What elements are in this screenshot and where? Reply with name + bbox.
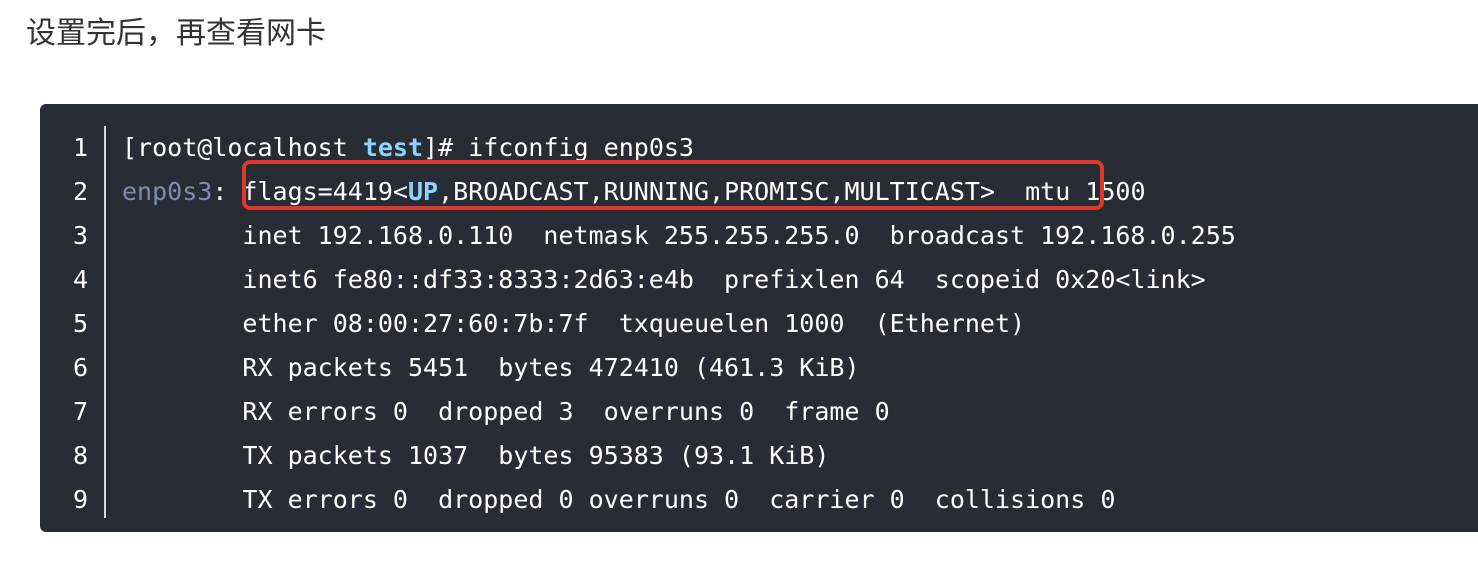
code-line-7: RX errors 0 dropped 3 overruns 0 frame 0 [122, 397, 890, 426]
code-line-4: inet6 fe80::df33:8333:2d63:e4b prefixlen… [122, 265, 1206, 294]
code-line-8: TX packets 1037 bytes 95383 (93.1 KiB) [122, 441, 830, 470]
line-number: 1 [72, 133, 88, 162]
prompt-command: ]# ifconfig enp0s3 [423, 133, 694, 162]
line-number: 5 [72, 309, 88, 338]
line-number: 4 [72, 265, 88, 294]
line-number-gutter: 1 2 3 4 5 6 7 8 9 [40, 126, 106, 518]
line-number: 7 [72, 397, 88, 426]
code-block: 1 2 3 4 5 6 7 8 9 [root@localhost test]#… [40, 104, 1478, 532]
prompt-directory: test [362, 133, 424, 162]
line-number: 2 [72, 177, 88, 206]
code-line-3: inet 192.168.0.110 netmask 255.255.255.0… [122, 221, 1236, 250]
interface-colon: : [212, 177, 243, 206]
line-number: 3 [72, 221, 88, 250]
intro-text: 设置完后，再查看网卡 [26, 16, 326, 51]
prompt-prefix: [root@localhost [122, 133, 363, 162]
line-number: 9 [72, 485, 88, 514]
line-number: 6 [72, 353, 88, 382]
code-line-6: RX packets 5451 bytes 472410 (461.3 KiB) [122, 353, 860, 382]
line-number: 8 [72, 441, 88, 470]
interface-name: enp0s3 [122, 177, 213, 206]
flags-highlight-box [242, 160, 1104, 210]
code-line-5: ether 08:00:27:60:7b:7f txqueuelen 1000 … [122, 309, 1026, 338]
code-line-9: TX errors 0 dropped 0 overruns 0 carrier… [122, 485, 1116, 514]
